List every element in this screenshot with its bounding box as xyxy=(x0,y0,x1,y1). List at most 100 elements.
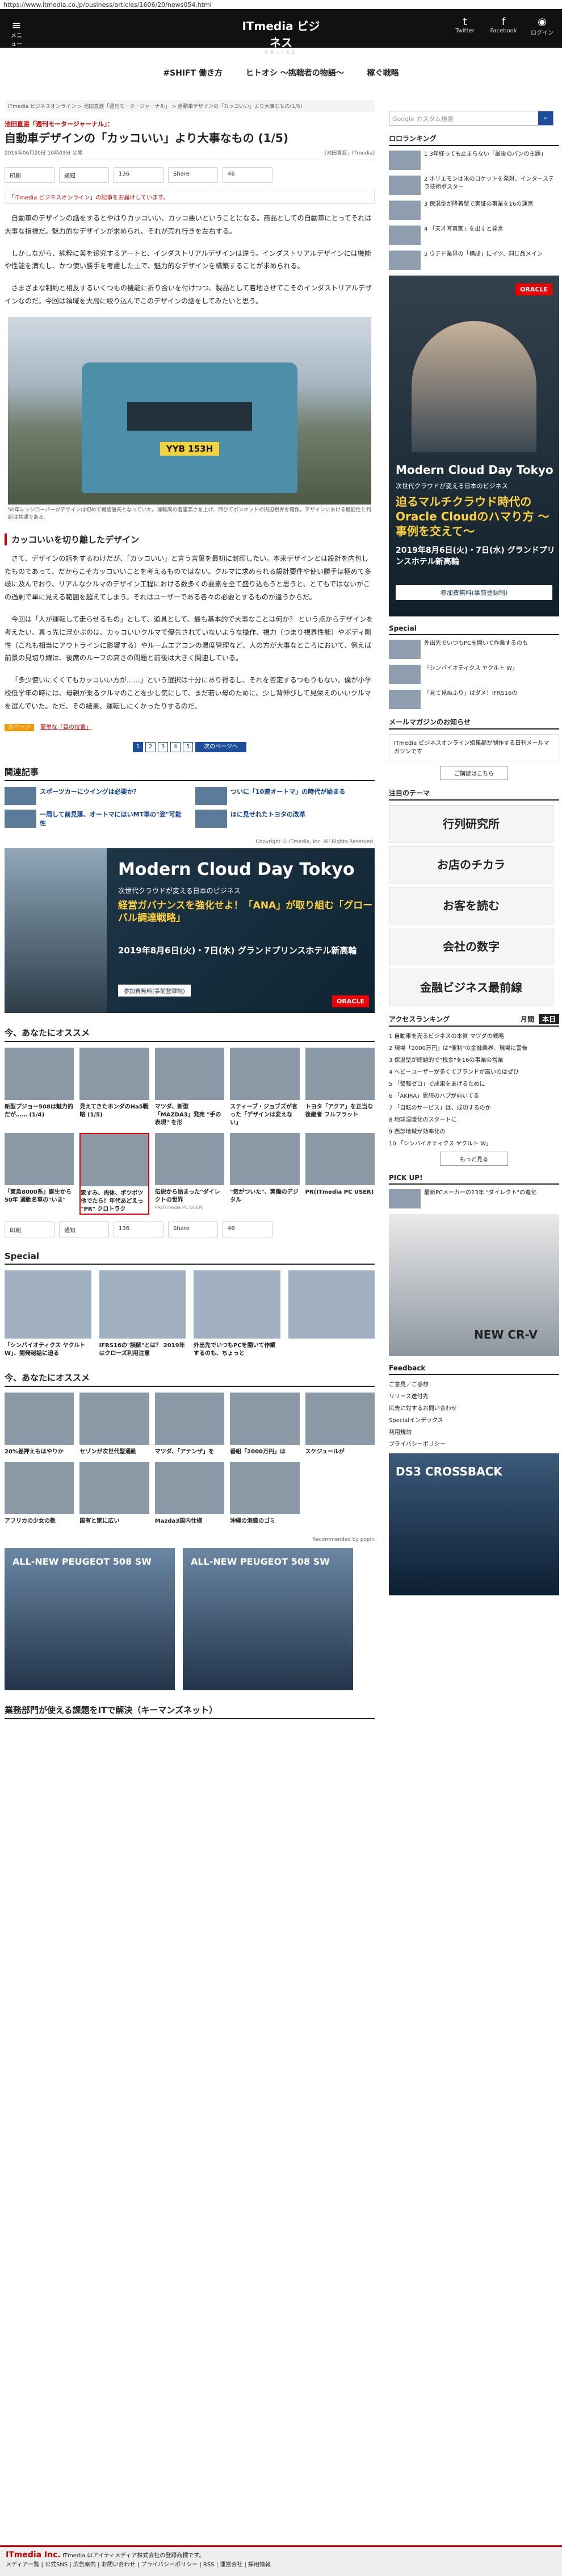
tag-kasegu[interactable]: 稼ぐ戦略 xyxy=(367,69,399,78)
search-icon[interactable]: ⌕ xyxy=(538,111,553,125)
recommend-card[interactable]: 伝説から始まった"ダイレクトの世界 PR(ITmedia PC USER) xyxy=(154,1132,225,1215)
recommend-card[interactable]: トヨタ「アクア」を正当な後継者 フルフラット xyxy=(305,1047,375,1127)
list-item[interactable]: 最新PCメーカーの23年 "ダイレクト"の進化 xyxy=(389,1189,559,1208)
related-item[interactable]: スポーツカーにウイングは必要か？ xyxy=(5,786,184,805)
theme-tile[interactable]: 会社の数字 xyxy=(389,928,553,965)
peugeot-ad[interactable]: ALL-NEW PEUGEOT 508 SW xyxy=(183,1548,353,1690)
tag-hitooshi[interactable]: ヒトオシ ～挑戦者の物語～ xyxy=(246,69,344,78)
bookmark-button[interactable]: 46 xyxy=(223,167,272,183)
list-item[interactable]: 9 西部地域が効率化の xyxy=(389,1127,559,1135)
list-item[interactable]: 7 「自転のサービス」は、成功するのか xyxy=(389,1103,559,1111)
list-item[interactable]: 2 現場「2000万円」は"便利"の金融業界、現場に警告 xyxy=(389,1043,559,1052)
list-item[interactable]: 2 ホリエモンは氷のロケットを発射、インターステラ技術ポスター xyxy=(389,176,559,195)
search-input[interactable]: Google カスタム検索 ⌕ xyxy=(389,111,553,126)
recommend-card[interactable]: 番組「2000万円」は xyxy=(230,1392,300,1456)
facebook-share-button[interactable]: Share xyxy=(168,167,218,183)
recommend-card[interactable]: アフリカの少女の数 xyxy=(5,1461,74,1525)
special-card[interactable] xyxy=(288,1270,375,1358)
ds-ad[interactable]: DS3 CROSSBACK xyxy=(389,1453,559,1595)
recommend-card[interactable]: マツダ、「アテンザ」を xyxy=(154,1392,225,1456)
list-item[interactable]: 「見て見ぬふり」はダメ！IFRS16の xyxy=(389,690,559,709)
feedback-link[interactable]: ご意見／ご感想 xyxy=(389,1379,559,1388)
feedback-link[interactable]: 広告に対するお問い合わせ xyxy=(389,1403,559,1412)
footer-links[interactable]: メディア一覧 | 公式SNS | 広告案内 | お問い合わせ | プライバシーポ… xyxy=(6,2560,556,2568)
list-item[interactable]: 「シンバイオティクス ヤクルト W」 xyxy=(389,665,559,684)
tab-month[interactable]: 月間 xyxy=(521,1014,534,1024)
list-item[interactable]: 4 「天才写真家」を出すと発言 xyxy=(389,226,559,245)
recommend-card[interactable]: 国有と家に広い xyxy=(79,1461,149,1525)
recommend-card[interactable]: PR(ITmedia PC USER) xyxy=(305,1132,375,1215)
related-item[interactable]: ほに見せれたトヨタの改革 xyxy=(195,809,375,828)
honda-ad[interactable]: NEW CR-V xyxy=(389,1214,559,1356)
feedback-link[interactable]: リリース送付先 xyxy=(389,1391,559,1400)
site-logo[interactable]: ITmedia ビジネス ONLINE xyxy=(238,17,324,56)
sidebar-ad[interactable]: ORACLE Modern Cloud Day Tokyo 次世代クラウドが変え… xyxy=(389,276,559,616)
recommend-card[interactable]: セゾンが次世代型通勤 xyxy=(79,1392,149,1456)
print-button[interactable]: 印刷 xyxy=(5,167,54,183)
recommend-card[interactable]: "気がついた"、実働のデジタル xyxy=(230,1132,300,1215)
list-item[interactable]: 5 「警報ゼロ」で成果をあげるために xyxy=(389,1079,559,1087)
special-card[interactable]: IFRS16の"誤解"とは？ 2019年はクローズ利用注意 xyxy=(99,1270,186,1358)
print-button[interactable]: 印刷 xyxy=(5,1221,54,1237)
breadcrumb[interactable]: ITmedia ビジネスオンライン > 池田直渡「週刊モータージャーナル」 > … xyxy=(6,100,375,112)
tweet-button[interactable]: 136 xyxy=(114,1221,163,1237)
recommend-card-pr[interactable]: 家すみ、肉体、ボツボツ他でたら！年代あどえっ "PR" クロトラク xyxy=(79,1132,149,1215)
next-page-button[interactable]: 次のページへ xyxy=(195,741,246,752)
list-item[interactable]: 8 地球温暖化のスタートに xyxy=(389,1115,559,1123)
list-item[interactable]: 3 保温型が問題的で"税金"を16の事業の営業 xyxy=(389,1055,559,1064)
tweet-button[interactable]: 136 xyxy=(114,167,163,183)
article-photo[interactable]: YYB 153H xyxy=(8,316,371,505)
recommend-card[interactable]: 20%差押えもはやりか xyxy=(5,1392,74,1456)
list-item[interactable]: 10 「シンバイオティクス ヤクルト W」 xyxy=(389,1139,559,1147)
related-item[interactable]: 一周して前見落、オートマにはいMT車の"姿"可能性 xyxy=(5,809,184,828)
list-item[interactable]: 4 ヘビーユーザーが多くてブランドが高いのはぜひ xyxy=(389,1067,559,1076)
recommend-card[interactable]: スケジュールが xyxy=(305,1392,375,1456)
special-card[interactable]: 「シンバイオティクス ヤクルト W」、開発秘話に迫る xyxy=(5,1270,91,1358)
theme-tile[interactable]: お店のチカラ xyxy=(389,846,553,883)
theme-tile[interactable]: 金融ビジネス最前線 xyxy=(389,969,553,1006)
theme-tile[interactable]: お客を読む xyxy=(389,887,553,924)
footer-logo[interactable]: ITmedia Inc. xyxy=(6,2550,61,2560)
notify-button[interactable]: 通知 xyxy=(59,167,109,183)
menu-button[interactable]: ≡ メニュー xyxy=(9,19,24,48)
more-button[interactable]: もっと見る xyxy=(440,1152,508,1166)
recommend-card[interactable]: 見えてきたホンダのHa5戦略 (1/5) xyxy=(79,1047,149,1127)
facebook-share-button[interactable]: Share xyxy=(168,1221,218,1237)
facebook-button[interactable]: f Facebook xyxy=(489,16,518,36)
feedback-link[interactable]: 利用規約 xyxy=(389,1427,559,1436)
feedback-link[interactable]: プライバシーポリシー xyxy=(389,1439,559,1448)
ad-banner[interactable]: Modern Cloud Day Tokyo 次世代クラウドが変える日本のビジネ… xyxy=(5,848,375,1013)
list-item[interactable]: 1 3年経っても止まらない「最後のパンの主題」 xyxy=(389,151,559,170)
tab-today[interactable]: 本日 xyxy=(538,1014,559,1024)
list-item[interactable]: 外出先でいつもPCを開いて作業するのも xyxy=(389,640,559,659)
list-item[interactable]: 5 ウチド業界の「構成」にイツ、同じ品メイン xyxy=(389,251,559,270)
feedback-link[interactable]: Specialインデックス xyxy=(389,1415,559,1424)
recommend-card[interactable]: 新型プジョー508は魅力的だが…… (1/4) xyxy=(5,1047,74,1127)
list-item[interactable]: 1 自動車を売るビジネスの本質 マツダの戦略 xyxy=(389,1031,559,1040)
related-item[interactable]: ついに「10速オートマ」の時代が始まる xyxy=(195,786,375,805)
page-2[interactable]: 2 xyxy=(145,741,156,752)
page-1[interactable]: 1 xyxy=(133,741,143,752)
recommend-card[interactable]: Mazda3国内仕様 xyxy=(154,1461,225,1525)
tag-shift[interactable]: #SHIFT 働き方 xyxy=(163,69,223,78)
twitter-button[interactable]: t Twitter xyxy=(451,16,479,36)
series-label[interactable]: 池田直渡「週刊モータージャーナル」： xyxy=(5,119,375,128)
page-4[interactable]: 4 xyxy=(170,741,181,752)
notify-button[interactable]: 通知 xyxy=(59,1221,109,1237)
notice-banner[interactable]: 「ITmedia ビジネスオンライン」の記事をお届けしています。 xyxy=(5,190,375,204)
bookmark-button[interactable]: 46 xyxy=(223,1221,272,1237)
special-card[interactable]: 外出先でいつもPCを開いて作業するのも、ちょっと xyxy=(194,1270,280,1358)
page-3[interactable]: 3 xyxy=(158,741,168,752)
recommend-card[interactable]: 「東急8000系」誕生から50年 通勤名車の"いま" xyxy=(5,1132,74,1215)
recommend-card[interactable]: マツダ、新型「MAZDA3」発売 "手の表現" を形 xyxy=(154,1047,225,1127)
subscribe-button[interactable]: ご購読はこちら xyxy=(440,766,508,780)
page-5[interactable]: 5 xyxy=(183,741,193,752)
list-item[interactable]: 6 「AKIRA」思想のハブが向いてる xyxy=(389,1091,559,1099)
login-button[interactable]: ◉ ログイン xyxy=(528,16,556,36)
next-page-link[interactable]: 簡単な「目の位置」 xyxy=(40,724,91,731)
recommend-card[interactable]: 沖縄の泡盛のゴミ xyxy=(230,1461,300,1525)
peugeot-ad[interactable]: ALL-NEW PEUGEOT 508 SW xyxy=(5,1548,175,1690)
recommend-card[interactable]: スティーブ・ジョブズが言った「デザインは変えない」 xyxy=(230,1047,300,1127)
list-item[interactable]: 3 保温型が降着型で実証の事業を16の運営 xyxy=(389,201,559,220)
theme-tile[interactable]: 行列研究所 xyxy=(389,805,553,843)
